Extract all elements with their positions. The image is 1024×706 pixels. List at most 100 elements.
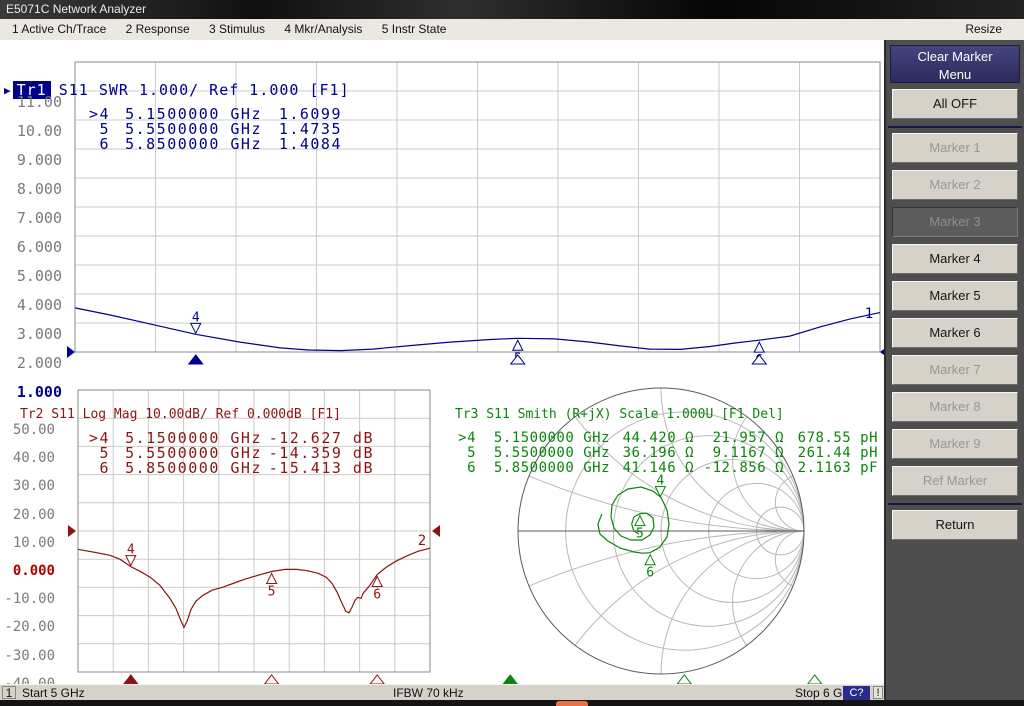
tr2-header[interactable]: Tr2 S11 Log Mag 10.00dB/ Ref 0.000dB [F1… [20, 407, 341, 422]
marker-readout-cell: 21.957 Ω [694, 431, 784, 446]
y-axis-tick-label: 10.00 [0, 123, 62, 139]
taskbar-strip [0, 700, 1024, 706]
stimulus-marker [189, 355, 203, 364]
menu-item-instr-state[interactable]: 5 Instr State [378, 19, 451, 40]
marker-readout-cell: 6 [80, 461, 110, 476]
marker-symbol[interactable] [513, 340, 523, 350]
y-axis-tick-label: -10.00 [0, 591, 55, 607]
y-axis-tick-label: 20.00 [0, 507, 55, 523]
y-axis-tick-label: 50.00 [0, 422, 55, 438]
y-axis-tick-label: 11.00 [0, 94, 62, 110]
marker-symbol[interactable] [645, 555, 655, 565]
marker-number-label: 1 [865, 306, 873, 322]
taskbar-app-icon[interactable] [556, 701, 588, 706]
y-axis-tick-label: 30.00 [0, 478, 55, 494]
marker-readout-row: 65.8500000 GHz-15.413 dB [80, 461, 374, 476]
marker-symbol[interactable] [655, 487, 665, 497]
start-frequency-label: Start 5 GHz [22, 685, 85, 701]
marker-number-label: 2 [418, 533, 426, 549]
marker-readout-cell: 9.1167 Ω [694, 446, 784, 461]
tr3-marker-table: >45.1500000 GHz44.420 Ω21.957 Ω678.55 pH… [452, 431, 878, 476]
menu-item-active-ch-trace[interactable]: 1 Active Ch/Trace [8, 19, 110, 40]
marker-readout-cell: 6 [80, 137, 110, 152]
menu-item-stimulus[interactable]: 3 Stimulus [205, 19, 269, 40]
y-axis-tick-label: 10.00 [0, 535, 55, 551]
reference-level-arrow [68, 525, 76, 537]
marker-readout-cell: 6 [452, 461, 476, 476]
tr1-format-text: S11 SWR 1.000/ Ref 1.000 [F1] [59, 81, 350, 99]
status-bar: 1 Start 5 GHz IFBW 70 kHz Stop 6 GHz C? … [0, 684, 884, 701]
marker-symbol[interactable] [372, 576, 382, 586]
y-axis-tick-label: -30.00 [0, 648, 55, 664]
marker-number-label: 6 [373, 587, 381, 602]
softkey-separator [888, 126, 1022, 128]
tr3-trace [598, 487, 669, 553]
softkey-return[interactable]: Return [892, 510, 1018, 540]
softkey-marker-7: Marker 7 [892, 355, 1018, 385]
y-axis-tick-label: 1.000 [0, 384, 62, 400]
softkey-panel: Clear Marker Menu All OFF Marker 1 Marker … [884, 40, 1024, 700]
ifbw-label: IFBW 70 kHz [393, 685, 464, 701]
softkey-marker-3[interactable]: Marker 3 [892, 207, 1018, 237]
y-axis-tick-label: 0.000 [0, 563, 55, 579]
stimulus-marker [503, 675, 517, 684]
marker-readout-cell: >4 [452, 431, 476, 446]
marker-readout-cell: 5.8500000 GHz [476, 461, 610, 476]
marker-readout-row: 55.5500000 GHz36.196 Ω9.1167 Ω261.44 pH [452, 446, 878, 461]
softkey-marker-2: Marker 2 [892, 170, 1018, 200]
marker-readout-cell: -15.413 dB [262, 461, 374, 476]
marker-readout-row: 65.8500000 GHz41.146 Ω-12.856 Ω2.1163 pF [452, 461, 878, 476]
tr2-marker-table: >45.1500000 GHz-12.627 dB55.5500000 GHz-… [80, 431, 374, 476]
marker-symbol[interactable] [635, 516, 645, 526]
window-title: E5071C Network Analyzer [6, 2, 146, 16]
marker-readout-cell: 1.4084 [262, 137, 342, 152]
tr3-header[interactable]: Tr3 S11 Smith (R+jX) Scale 1.000U [F1 De… [455, 407, 784, 422]
y-axis-tick-label: 3.000 [0, 326, 62, 342]
marker-readout-cell: 261.44 pH [784, 446, 878, 461]
y-axis-tick-label: 8.000 [0, 181, 62, 197]
window-title-bar[interactable]: E5071C Network Analyzer [0, 0, 1024, 19]
y-axis-tick-label: -20.00 [0, 619, 55, 635]
marker-readout-row: 65.8500000 GHz1.4084 [80, 137, 342, 152]
menu-item-mkr-analysis[interactable]: 4 Mkr/Analysis [280, 19, 366, 40]
marker-readout-cell: 41.146 Ω [610, 461, 694, 476]
stimulus-marker [124, 675, 138, 684]
softkey-marker-6[interactable]: Marker 6 [892, 318, 1018, 348]
warning-indicator: ! [873, 686, 883, 699]
menu-item-response[interactable]: 2 Response [122, 19, 194, 40]
softkey-all-off[interactable]: All OFF [892, 89, 1018, 119]
y-axis-tick-label: 40.00 [0, 450, 55, 466]
marker-number-label: 5 [636, 527, 644, 542]
y-axis-tick-label: 9.000 [0, 152, 62, 168]
marker-readout-cell: 44.420 Ω [610, 431, 694, 446]
stimulus-marker [370, 675, 384, 684]
marker-number-label: 5 [268, 584, 276, 599]
marker-symbol[interactable] [191, 323, 201, 333]
y-axis-tick-label: 5.000 [0, 268, 62, 284]
channel-number-badge: 1 [2, 686, 16, 699]
marker-readout-cell: 5.1500000 GHz [476, 431, 610, 446]
chart-area: 45645645612 ▶Tr1S11 SWR 1.000/ Ref 1.000… [0, 40, 884, 684]
menu-item-resize[interactable]: Resize [961, 19, 1006, 40]
stimulus-marker [265, 675, 279, 684]
marker-readout-cell: 5.8500000 GHz [110, 461, 262, 476]
correction-status-badge: C? [843, 686, 870, 700]
softkey-marker-9: Marker 9 [892, 429, 1018, 459]
softkey-marker-1: Marker 1 [892, 133, 1018, 163]
softkey-marker-8: Marker 8 [892, 392, 1018, 422]
reference-level-arrow [67, 346, 75, 358]
y-axis-tick-label: 2.000 [0, 355, 62, 371]
stimulus-marker [808, 675, 822, 684]
marker-readout-cell: 678.55 pH [784, 431, 878, 446]
marker-symbol[interactable] [267, 573, 277, 583]
app-window: E5071C Network Analyzer 1 Active Ch/Trac… [0, 0, 1024, 706]
reference-level-arrow [432, 525, 440, 537]
softkey-menu-title: Clear Marker Menu [890, 45, 1020, 83]
softkey-ref-marker: Ref Marker [892, 466, 1018, 496]
marker-readout-cell: 2.1163 pF [784, 461, 878, 476]
softkey-marker-4[interactable]: Marker 4 [892, 244, 1018, 274]
marker-symbol[interactable] [754, 342, 764, 352]
softkey-separator [888, 503, 1022, 505]
stimulus-marker [677, 675, 691, 684]
softkey-marker-5[interactable]: Marker 5 [892, 281, 1018, 311]
